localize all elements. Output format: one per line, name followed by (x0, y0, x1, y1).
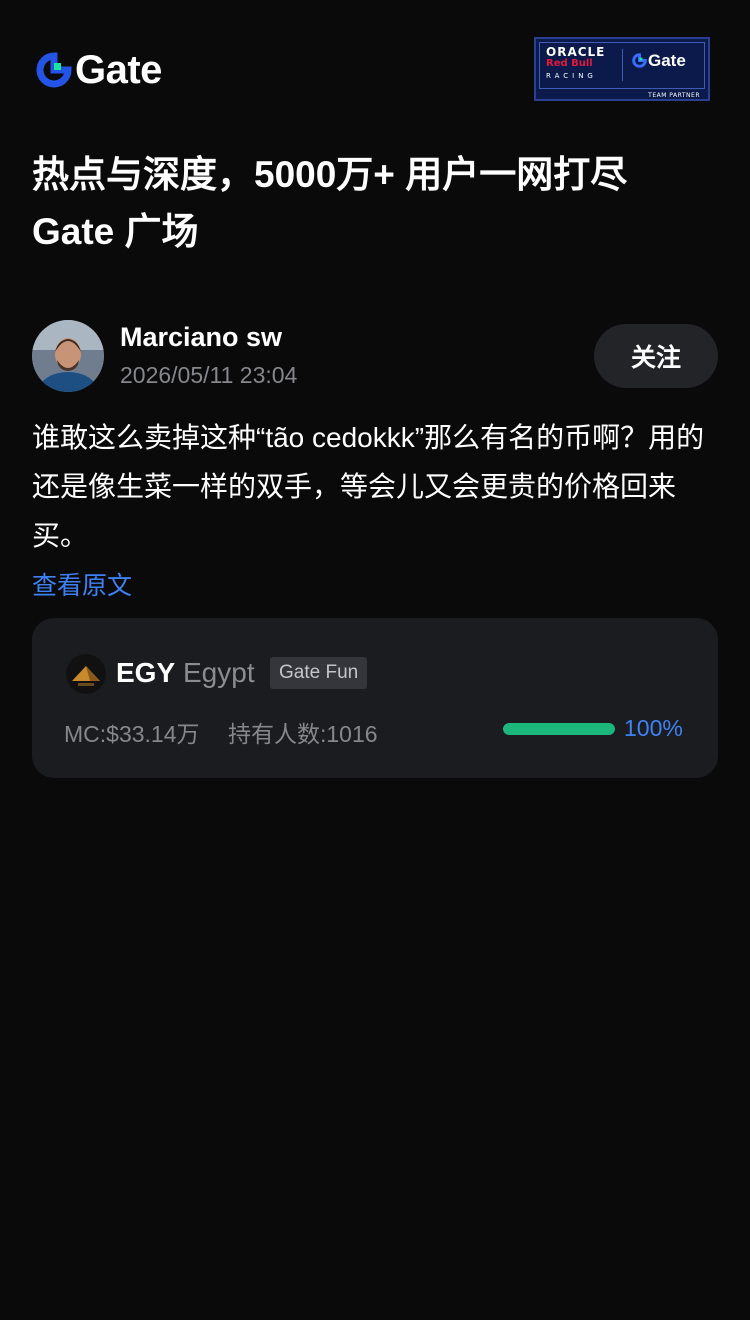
token-holders-count: 持有人数:1016 (228, 721, 378, 747)
partner-badge-gate-logo: Gate (632, 52, 686, 69)
token-name: Egypt (183, 657, 255, 688)
bonding-progress-percent: 100% (624, 715, 683, 741)
partner-badge-gate-text: Gate (648, 51, 686, 70)
partner-badge-redbull: Red Bull (546, 58, 593, 69)
team-partner-badge: ORACLE Red Bull RACING Gate TEAM PARTNER (534, 37, 710, 101)
pyramid-icon (66, 654, 106, 694)
token-logo-icon (66, 654, 106, 694)
post-timestamp: 2026/05/11 23:04 (120, 362, 298, 388)
headline-line-1: 热点与深度，5000万+ 用户一网打尽 (32, 154, 628, 195)
gate-logo-icon (632, 53, 647, 68)
partner-badge-racing: RACING (546, 72, 597, 80)
bonding-progress-bar (503, 723, 615, 735)
avatar[interactable] (32, 320, 104, 392)
gate-logo: Gate (36, 50, 162, 90)
gate-logo-icon (36, 52, 72, 88)
partner-badge-divider (622, 49, 623, 81)
token-card[interactable]: EGY Egypt Gate Fun MC:$33.14万 持有人数:1016 … (32, 618, 718, 778)
post-body-text: 谁敢这么卖掉这种“tão cedokkk”那么有名的币啊？用的还是像生菜一样的双… (32, 422, 705, 551)
page-headline: 热点与深度，5000万+ 用户一网打尽 Gate 广场 (32, 146, 722, 260)
bonding-progress-fill (503, 723, 615, 735)
author-name[interactable]: Marciano sw (120, 322, 282, 353)
app-header: Gate ORACLE Red Bull RACING Gate TEAM PA… (0, 0, 750, 120)
avatar-image (32, 320, 104, 392)
token-symbol: EGY (116, 657, 176, 688)
post-author-row: Marciano sw 2026/05/11 23:04 关注 (32, 320, 718, 392)
headline-line-2: Gate 广场 (32, 211, 199, 252)
partner-badge-oracle: ORACLE (546, 45, 606, 59)
partner-badge-footer: TEAM PARTNER (648, 92, 700, 99)
token-platform-badge: Gate Fun (270, 657, 368, 689)
view-original-link[interactable]: 查看原文 (32, 566, 132, 602)
follow-button[interactable]: 关注 (594, 324, 718, 388)
gate-logo-text: Gate (75, 48, 162, 92)
token-market-cap: MC:$33.14万 (64, 721, 200, 747)
